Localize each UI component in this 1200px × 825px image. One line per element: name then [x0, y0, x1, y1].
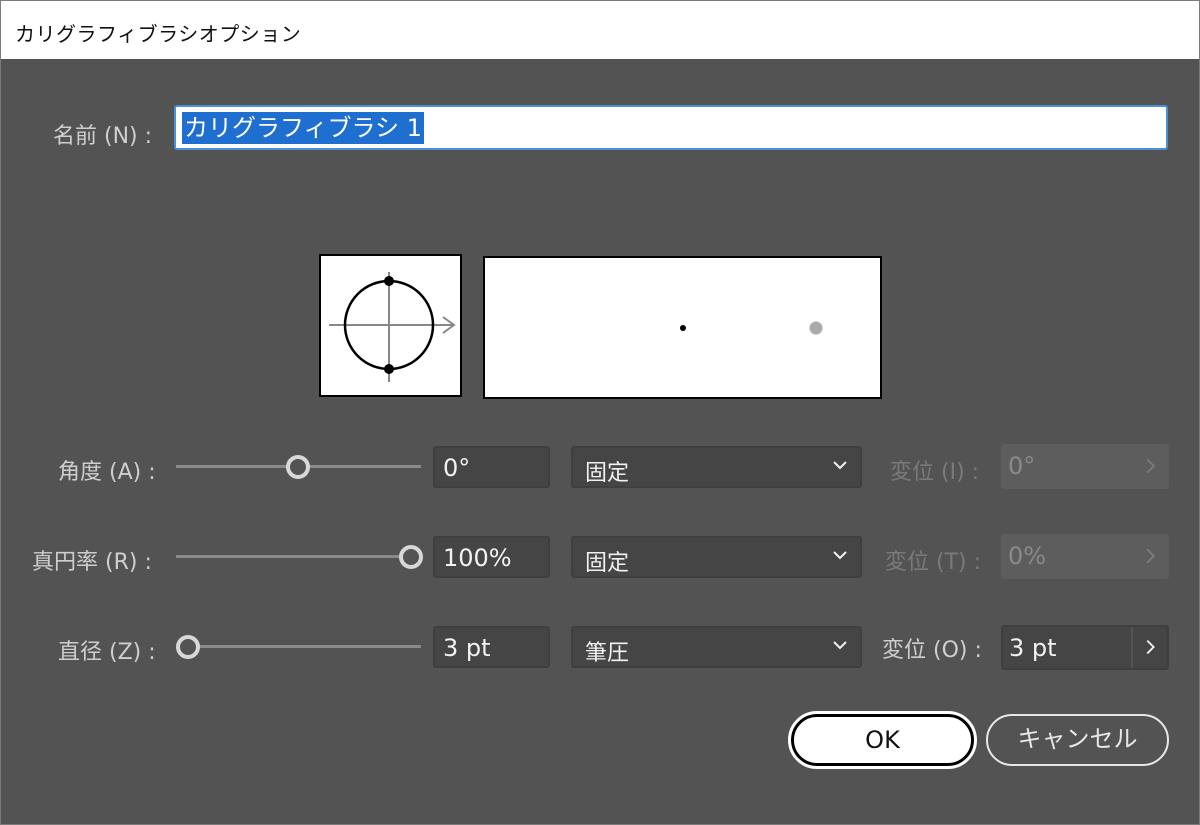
- chevron-right-icon: [1146, 458, 1156, 474]
- chevron-down-icon: [833, 461, 847, 470]
- diameter-mode-value: 筆圧: [585, 641, 630, 666]
- brush-size-preview: [483, 256, 882, 399]
- diameter-label: 直径 (Z) :: [58, 640, 156, 665]
- chevron-down-icon: [833, 641, 847, 650]
- roundness-variation-label: 変位 (T) :: [885, 550, 982, 575]
- angle-field[interactable]: 0°: [433, 446, 550, 488]
- chevron-right-icon: [1146, 548, 1156, 564]
- angle-label: 角度 (A) :: [58, 460, 156, 485]
- title-bar: カリグラフィブラシオプション: [1, 1, 1199, 59]
- name-input-value: カリグラフィブラシ 1: [182, 112, 424, 144]
- size-preview-dots: [680, 321, 823, 335]
- brush-angle-preview[interactable]: [319, 254, 462, 397]
- roundness-field[interactable]: 100%: [433, 536, 550, 578]
- roundness-mode-select[interactable]: 固定: [571, 536, 862, 578]
- angle-variation-label: 変位 (I) :: [890, 460, 980, 485]
- calligraphic-brush-options-dialog: カリグラフィブラシオプション 名前 (N) : カリグラフィブラシ 1 角度 (…: [0, 0, 1200, 825]
- diameter-mode-select[interactable]: 筆圧: [571, 626, 862, 668]
- cancel-button[interactable]: キャンセル: [986, 714, 1169, 766]
- brush-shape-diagram: [329, 272, 456, 382]
- name-input[interactable]: カリグラフィブラシ 1: [174, 105, 1168, 150]
- roundness-variation-field: 0%: [1001, 534, 1169, 579]
- dialog-title: カリグラフィブラシオプション: [15, 22, 302, 46]
- angle-mode-value: 固定: [585, 461, 630, 486]
- name-label: 名前 (N) :: [53, 124, 153, 149]
- angle-variation-value: 0°: [1008, 452, 1036, 480]
- diameter-field[interactable]: 3 pt: [433, 626, 550, 668]
- diameter-variation-field[interactable]: 3 pt: [1001, 625, 1169, 670]
- roundness-variation-value: 0%: [1008, 542, 1047, 570]
- ok-button[interactable]: OK: [788, 711, 977, 769]
- diameter-variation-value: 3 pt: [1009, 634, 1057, 662]
- roundness-slider-track: [176, 555, 421, 558]
- roundness-label: 真円率 (R) :: [32, 550, 152, 575]
- roundness-slider-knob[interactable]: [399, 545, 423, 569]
- angle-slider-knob[interactable]: [286, 455, 310, 479]
- angle-variation-field: 0°: [1001, 444, 1169, 489]
- diameter-slider[interactable]: [176, 631, 421, 661]
- diameter-slider-track: [176, 645, 421, 648]
- angle-slider[interactable]: [176, 451, 421, 481]
- diameter-variation-label: 変位 (O) :: [882, 638, 982, 663]
- roundness-mode-value: 固定: [585, 551, 630, 576]
- diameter-slider-knob[interactable]: [176, 635, 200, 659]
- chevron-right-icon[interactable]: [1131, 627, 1167, 668]
- roundness-slider[interactable]: [176, 541, 423, 571]
- angle-mode-select[interactable]: 固定: [571, 446, 862, 488]
- chevron-down-icon: [833, 551, 847, 560]
